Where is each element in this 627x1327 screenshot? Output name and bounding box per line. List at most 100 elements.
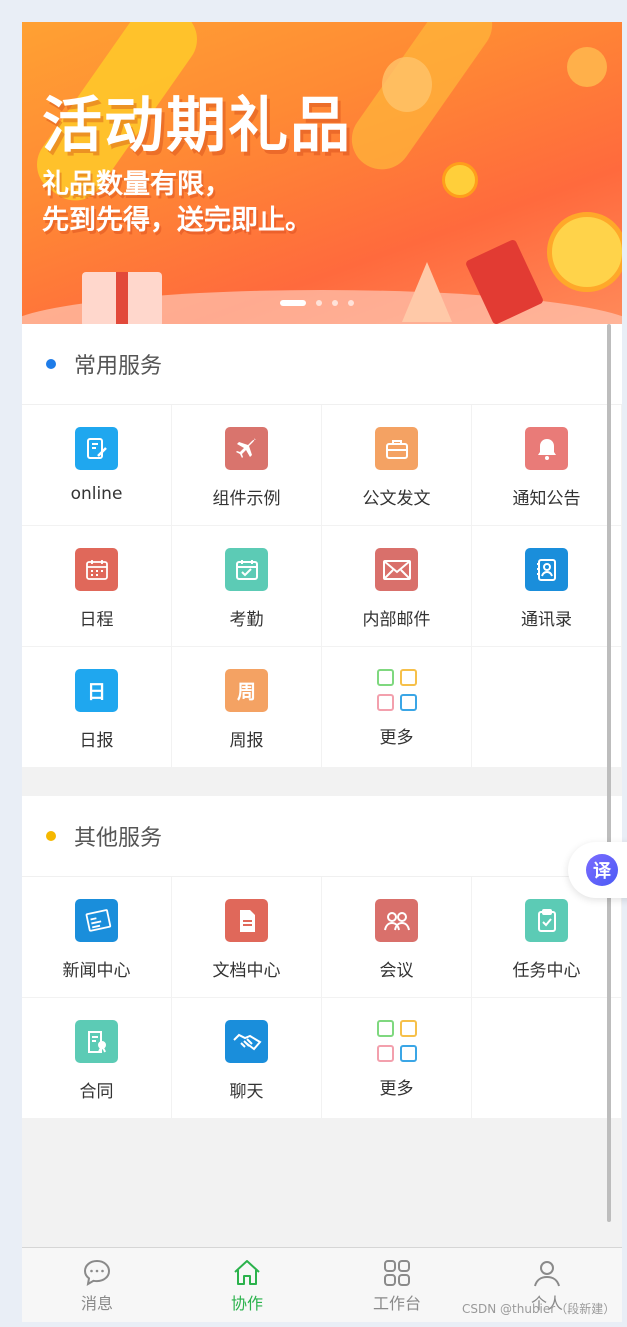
briefcase-icon [375, 427, 418, 470]
service-item[interactable]: online [22, 405, 172, 526]
service-label: online [70, 484, 123, 504]
leave-note-icon [75, 427, 118, 470]
other-services-section: 其他服务 新闻中心 文档中心 会议 任务中心 合同 聊天 更多 [22, 796, 622, 1119]
chat-bubble-icon [83, 1259, 111, 1286]
service-grid: 新闻中心 文档中心 会议 任务中心 合同 聊天 更多 [22, 877, 622, 1119]
paper-plane-decoration [402, 262, 452, 322]
service-item[interactable]: 通讯录 [472, 526, 622, 647]
section-title: 其他服务 [74, 826, 163, 851]
service-item[interactable]: 周周报 [172, 647, 322, 768]
service-label: 聊天 [229, 1082, 264, 1102]
service-label: 更多 [379, 728, 414, 748]
section-bullet [46, 831, 56, 841]
more-grid-icon [376, 1020, 417, 1062]
contract-icon [75, 1020, 118, 1063]
document-icon [225, 899, 268, 942]
more-grid-square [399, 669, 417, 686]
service-item[interactable]: 通知公告 [472, 405, 622, 526]
service-label: 通知公告 [512, 489, 581, 509]
more-grid-square [376, 669, 394, 686]
service-label: 组件示例 [212, 489, 281, 509]
scrollbar[interactable] [607, 324, 611, 1222]
app-screen: 活动期礼品 礼品数量有限， 先到先得，送完即止。 常用服务 online 组件示例… [22, 22, 622, 1322]
tab-workbench[interactable]: 工作台 [322, 1248, 472, 1322]
service-label: 公文发文 [362, 489, 431, 509]
service-item[interactable]: 内部邮件 [322, 526, 472, 647]
carousel-indicator[interactable] [280, 300, 354, 306]
calendar-icon [75, 548, 118, 591]
more-grid-icon [376, 669, 417, 711]
tab-collaboration[interactable]: 协作 [172, 1248, 322, 1322]
empty-cell [472, 647, 622, 768]
section-header: 其他服务 [22, 796, 622, 877]
service-item[interactable]: 公文发文 [322, 405, 472, 526]
banner-decoration [382, 57, 432, 112]
service-label: 内部邮件 [362, 610, 431, 630]
promo-banner[interactable]: 活动期礼品 礼品数量有限， 先到先得，送完即止。 [22, 22, 622, 324]
service-label: 合同 [79, 1082, 114, 1102]
service-label: 会议 [379, 961, 414, 981]
service-item[interactable]: 会议 [322, 877, 472, 998]
contacts-icon [525, 548, 568, 591]
banner-subtitle: 礼品数量有限， 先到先得，送完即止。 [42, 167, 312, 239]
tab-messages[interactable]: 消息 [22, 1248, 172, 1322]
banner-decoration [567, 47, 607, 87]
coin-decoration [547, 212, 622, 292]
more-grid-square [399, 1045, 417, 1062]
service-item[interactable]: 考勤 [172, 526, 322, 647]
banner-title: 活动期礼品 [42, 91, 352, 161]
section-bullet [46, 359, 56, 369]
user-icon [534, 1261, 560, 1287]
section-title: 常用服务 [74, 354, 163, 379]
common-services-section: 常用服务 online 组件示例 公文发文 通知公告 日程 考勤 内部邮件 通讯录日日报周周报… [22, 324, 622, 768]
service-label: 通讯录 [521, 610, 572, 630]
mail-icon [375, 548, 418, 591]
service-item[interactable]: 文档中心 [172, 877, 322, 998]
gift-box-decoration [82, 272, 162, 324]
tab-label: 消息 [80, 1294, 113, 1313]
translate-icon: 译 [586, 854, 618, 886]
service-item[interactable]: 日程 [22, 526, 172, 647]
news-icon [75, 899, 118, 942]
service-item[interactable]: 组件示例 [172, 405, 322, 526]
banner-subtitle-line: 先到先得，送完即止。 [42, 205, 312, 236]
service-item[interactable]: 合同 [22, 998, 172, 1119]
service-label: 日报 [79, 731, 114, 751]
service-label: 考勤 [229, 610, 264, 630]
service-label: 周报 [229, 731, 264, 751]
service-item[interactable]: 更多 [322, 647, 472, 768]
daily-report-icon: 日 [75, 669, 118, 712]
banner-subtitle-line: 礼品数量有限， [42, 169, 231, 200]
more-grid-square [376, 1045, 394, 1062]
section-header: 常用服务 [22, 324, 622, 405]
carousel-dot[interactable] [332, 300, 338, 306]
more-grid-square [376, 694, 394, 711]
grid-icon [384, 1260, 410, 1286]
empty-cell [472, 998, 622, 1119]
tab-label: 工作台 [372, 1294, 421, 1313]
service-item[interactable]: 日日报 [22, 647, 172, 768]
check-calendar-icon [225, 548, 268, 591]
airplane-icon [225, 427, 268, 470]
carousel-dot[interactable] [316, 300, 322, 306]
watermark: CSDN @thubier（段新建） [462, 1302, 616, 1316]
service-item[interactable]: 新闻中心 [22, 877, 172, 998]
more-grid-square [399, 1020, 417, 1037]
service-label: 更多 [379, 1079, 414, 1099]
more-grid-square [399, 694, 417, 711]
more-grid-square [376, 1020, 394, 1037]
service-item[interactable]: 聊天 [172, 998, 322, 1119]
carousel-dot[interactable] [348, 300, 354, 306]
meeting-icon [375, 899, 418, 942]
bell-icon [525, 427, 568, 470]
tab-label: 协作 [230, 1294, 263, 1313]
service-label: 日程 [79, 610, 114, 630]
service-label: 文档中心 [212, 961, 281, 981]
coin-decoration [442, 162, 478, 198]
translate-button[interactable]: 译 [568, 842, 627, 898]
service-item[interactable]: 更多 [322, 998, 472, 1119]
service-label: 新闻中心 [62, 961, 131, 981]
handshake-icon [225, 1020, 268, 1063]
weekly-report-icon: 周 [225, 669, 268, 712]
carousel-dot[interactable] [280, 300, 306, 306]
